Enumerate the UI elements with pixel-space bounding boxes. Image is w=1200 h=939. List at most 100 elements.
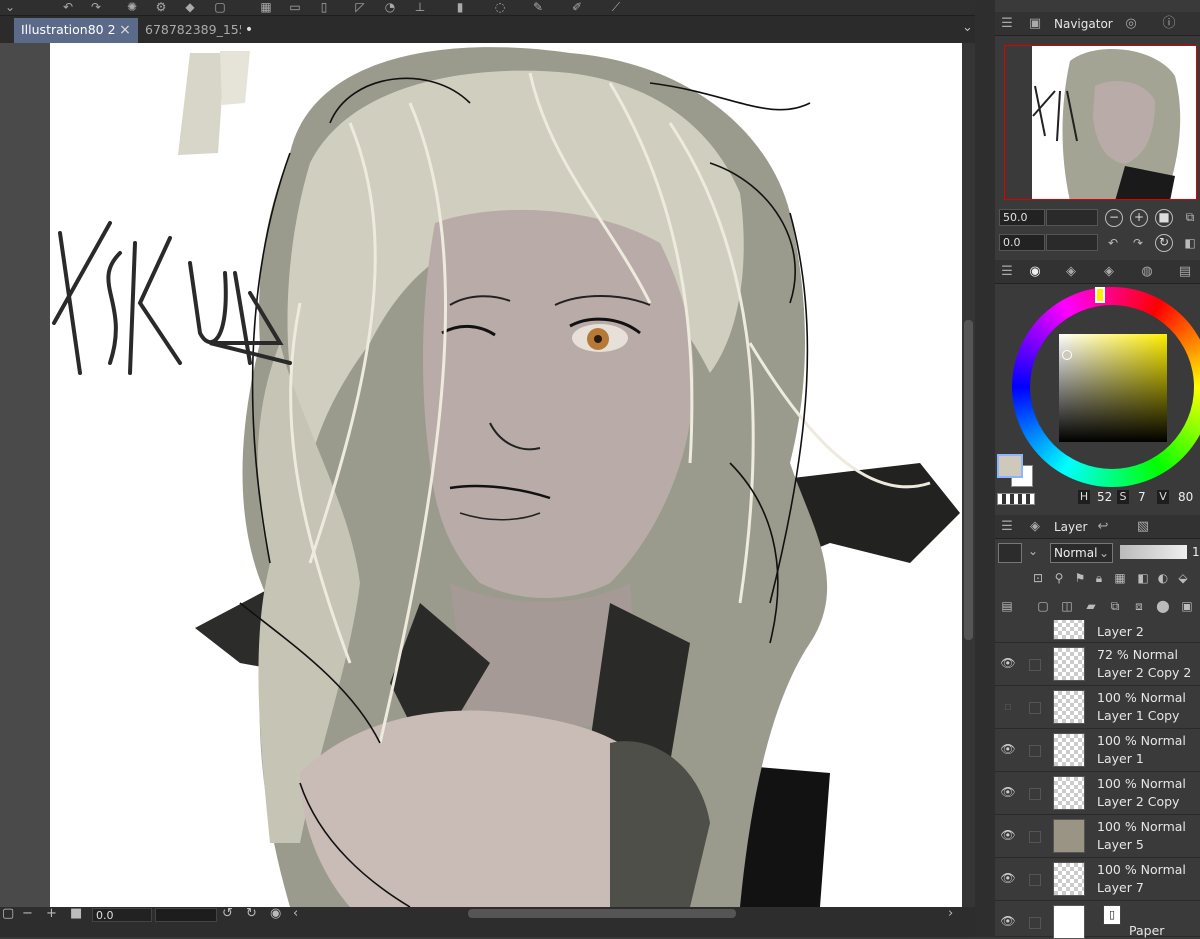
mask-icon[interactable]: ◧ <box>1135 570 1151 586</box>
zoom-out-button[interactable]: − <box>1105 209 1123 227</box>
reset-rotation-button[interactable]: ↻ <box>1155 234 1173 252</box>
layer-lock-box[interactable] <box>1029 659 1041 671</box>
fill-icon[interactable]: ◆ <box>182 0 198 14</box>
opacity-slider[interactable] <box>1120 545 1187 559</box>
scroll-right-icon[interactable]: › <box>948 907 953 921</box>
layer-lock-box[interactable] <box>1029 788 1041 800</box>
new-folder-icon[interactable]: ▰ <box>1083 598 1099 614</box>
rotate-left-icon[interactable]: ↶ <box>1105 235 1121 251</box>
intermediate-color-tab-icon[interactable]: ◈ <box>1101 264 1117 280</box>
close-icon[interactable]: × <box>118 18 132 42</box>
fit-button[interactable]: ■ <box>1155 209 1173 227</box>
modified-dot-icon[interactable]: • <box>242 18 256 42</box>
info-icon[interactable]: ⓘ <box>1161 16 1177 32</box>
lock-icon[interactable]: 🔒︎ <box>1091 570 1107 586</box>
value-value[interactable]: 80 <box>1178 490 1193 504</box>
zoom-slider[interactable] <box>155 908 217 922</box>
drawing-canvas[interactable] <box>50 43 962 907</box>
eye-hidden-icon[interactable]: ▫ <box>999 699 1017 713</box>
merge-icon[interactable]: ⧈ <box>1131 598 1147 614</box>
rotate-right-icon[interactable]: ↷ <box>1130 235 1146 251</box>
brush-icon[interactable]: ✐ <box>569 0 585 14</box>
zoom-in-button[interactable]: + <box>1130 209 1148 227</box>
eye-icon[interactable]: 👁︎ <box>999 785 1017 799</box>
layer-lock-box[interactable] <box>1029 874 1041 886</box>
zoom-input[interactable]: 0.0 <box>92 908 152 922</box>
layer-lock-box[interactable] <box>1029 917 1041 929</box>
undo-icon[interactable]: ↶ <box>60 0 76 14</box>
navigator-rotate-slider[interactable] <box>1046 234 1098 251</box>
rotate-left-icon[interactable]: ↺ <box>222 907 233 921</box>
square-icon[interactable]: ▢ <box>2 907 14 921</box>
navigator-preview[interactable] <box>1004 45 1197 200</box>
navigator-zoom-slider[interactable] <box>1046 209 1098 226</box>
zoom-in-icon[interactable]: + <box>46 907 57 921</box>
color-icon[interactable]: ⬙ <box>1175 570 1191 586</box>
draft-icon[interactable]: ⚑ <box>1072 570 1088 586</box>
eye-icon[interactable]: 👁︎ <box>999 742 1017 756</box>
navigator-rotate-input[interactable]: 0.0 <box>999 234 1045 251</box>
ruler-icon[interactable]: ▭ <box>287 0 303 14</box>
layer-menu-icon[interactable]: ▤ <box>999 598 1015 614</box>
frame-icon[interactable]: ▯ <box>316 0 332 14</box>
eye-icon[interactable]: 👁︎ <box>999 656 1017 670</box>
color-set-tab-icon[interactable]: ◈ <box>1063 264 1079 280</box>
scroll-left-icon[interactable]: ‹ <box>293 907 298 921</box>
menu-icon[interactable]: ☰ <box>999 16 1015 32</box>
layer-row[interactable]: 👁︎ 72 % Normal Layer 2 Copy 2 <box>995 643 1200 686</box>
select-icon[interactable]: ◸ <box>352 0 368 14</box>
sv-picker-handle[interactable] <box>1062 350 1072 360</box>
layer-row[interactable]: ▫ 100 % Normal Layer 1 Copy <box>995 686 1200 729</box>
sub-view-icon[interactable]: ▧ <box>1135 519 1151 535</box>
tab-illustration[interactable]: Illustration80 2 × <box>14 18 138 43</box>
undo-history-icon[interactable]: ↩ <box>1095 519 1111 535</box>
layer-lock-box[interactable] <box>1029 745 1041 757</box>
delete-layer-icon[interactable]: ▣ <box>1179 598 1195 614</box>
main-color-swatch[interactable] <box>997 454 1023 478</box>
loading-icon[interactable]: ✺ <box>124 0 140 14</box>
new-vector-layer-icon[interactable]: ◫ <box>1059 598 1075 614</box>
mask-layer-icon[interactable]: ⬤ <box>1155 598 1171 614</box>
eye-icon[interactable]: 👁︎ <box>999 828 1017 842</box>
grid-icon[interactable]: ▦ <box>258 0 274 14</box>
saturation-value[interactable]: 7 <box>1138 490 1146 504</box>
reset-rotate-icon[interactable]: ◉ <box>270 907 281 921</box>
layer-row[interactable]: 👁︎ ▯ Paper <box>995 901 1200 939</box>
layer-lock-box[interactable] <box>1029 831 1041 843</box>
eye-icon[interactable]: 👁︎ <box>999 914 1017 928</box>
gear-icon[interactable]: ⚙ <box>153 0 169 14</box>
hue-value[interactable]: 52 <box>1097 490 1112 504</box>
hue-picker-handle[interactable] <box>1095 287 1105 303</box>
device-icon[interactable]: ▮ <box>452 0 468 14</box>
redo-icon[interactable]: ↷ <box>88 0 104 14</box>
chevron-down-icon[interactable]: ⌄ <box>1028 544 1038 558</box>
airbrush-icon[interactable]: ⟋ <box>608 0 624 14</box>
chevron-down-icon[interactable]: ⌄ <box>2 0 18 14</box>
reference-icon[interactable]: ⚲ <box>1051 570 1067 586</box>
layer-row[interactable]: 👁︎ 100 % Normal Layer 1 <box>995 729 1200 772</box>
horizontal-scroll-thumb[interactable] <box>468 909 736 918</box>
saturation-value-square[interactable] <box>1059 334 1167 442</box>
menu-icon[interactable]: ☰ <box>999 519 1015 535</box>
color-wheel-tab-icon[interactable]: ◉ <box>1027 264 1043 280</box>
transparent-color-swatch[interactable] <box>997 493 1035 505</box>
clip-icon[interactable]: ⊡ <box>1030 570 1046 586</box>
blend-mode-select[interactable]: Normal ⌄ <box>1050 543 1113 563</box>
menu-icon[interactable]: ☰ <box>999 264 1015 280</box>
transform-icon[interactable]: ▢ <box>212 0 228 14</box>
flip-icon[interactable]: ⧉ <box>1182 209 1198 225</box>
navigator-icon[interactable]: ▣ <box>1027 16 1043 32</box>
layer-row[interactable]: Layer 2 <box>995 620 1200 643</box>
pen-icon[interactable]: ✎ <box>530 0 546 14</box>
palette-icon[interactable]: ◐ <box>1155 570 1171 586</box>
layer-title[interactable]: Layer <box>1054 515 1087 539</box>
tab-image[interactable]: 678782389_155 • <box>138 18 264 43</box>
navigator-zoom-input[interactable]: 50.0 <box>999 209 1045 226</box>
layer-row[interactable]: 👁︎ 100 % Normal Layer 5 <box>995 815 1200 858</box>
eyedropper-tab-icon[interactable]: ◍ <box>1139 264 1155 280</box>
new-raster-layer-icon[interactable]: ▢ <box>1035 598 1051 614</box>
lasso-icon[interactable]: ◔ <box>382 0 398 14</box>
preview-icon[interactable]: ◎ <box>1123 16 1139 32</box>
tab-overflow-icon[interactable]: ⌄ <box>962 20 973 35</box>
wand-icon[interactable]: ⊥ <box>412 0 428 14</box>
